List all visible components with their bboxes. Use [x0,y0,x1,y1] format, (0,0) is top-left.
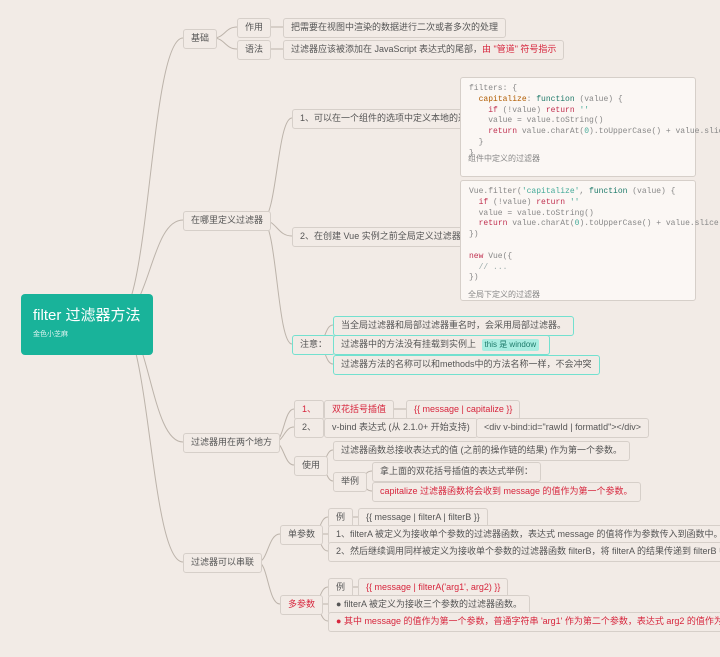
usage-row2-num: 2、 [294,418,324,438]
chain-l2-num: 2、 [336,546,350,556]
usage-row2-text: v-bind 表达式 (从 2.1.0+ 开始支持) [324,418,478,438]
where-notice1: 当全局过滤器和局部过滤器重名时，会采用局部过滤器。 [333,316,574,336]
basic-node: 基础 [183,29,217,49]
where-notice2-tag: this 是 window [482,339,540,351]
root-title: filter 过滤器方法 [33,304,141,325]
usage-example-top: 拿上面的双花括号插值的表达式举例： [372,462,541,482]
usage-use-line: 过滤器函数总接收表达式的值 (之前的操作链的结果) 作为第一个参数。 [333,441,630,461]
where-notice2: 过滤器中的方法没有挂载到实例上 this 是 window [333,335,550,355]
where-code1-caption: 组件中定义的过滤器 [468,153,540,164]
where-node: 在哪里定义过滤器 [183,211,271,231]
chain-b1-text: filterA 被定义为接收三个参数的过滤器函数。 [344,599,522,609]
chain-b2-text: 其中 message 的值作为第一个参数，普通字符串 'arg1' 作为第二个参… [344,616,720,626]
where-opt2-num: 2、 [300,231,314,241]
basic-syntax-pre: 过滤器应该被添加在 JavaScript 表达式的尾部， [291,44,482,54]
basic-syntax-red: 由 "管道" 符号指示 [482,44,556,54]
basic-purpose-label: 作用 [237,18,271,38]
chain-multi-label: 多参数 [280,595,323,615]
where-notice2-pre: 过滤器中的方法没有挂载到实例上 [341,339,476,349]
usage-row1-num: 1、 [294,400,324,420]
usage-row1-code: {{ message | capitalize }} [406,400,520,420]
usage-example-label: 举例 [333,472,367,492]
usage-row2-code: <div v-bind:id="rawId | formatId"></div> [476,418,649,438]
chain-single-l2: 2、然后继续调用同样被定义为接收单个参数的过滤器函数 filterB，将 fil… [328,542,720,562]
where-notice3: 过滤器方法的名称可以和methods中的方法名称一样，不会冲突 [333,355,600,375]
root-subtitle: 金色小芝麻 [33,329,141,339]
where-opt2: 2、在创建 Vue 实例之前全局定义过滤器： [292,227,478,247]
usage-use-label: 使用 [294,456,328,476]
where-notice-label: 注意： [292,335,335,355]
usage-example-red: capitalize 过滤器函数将会收到 message 的值作为第一个参数。 [372,482,641,502]
chain-multi-b2: ● 其中 message 的值作为第一个参数，普通字符串 'arg1' 作为第二… [328,612,720,632]
root-node: filter 过滤器方法 金色小芝麻 [21,294,153,355]
basic-purpose-text: 把需要在视图中渲染的数据进行二次或者多次的处理 [283,18,506,38]
chain-node: 过滤器可以串联 [183,553,262,573]
usage-row1-text: 双花括号插值 [324,400,394,420]
where-code2: Vue.filter('capitalize', function (value… [460,180,696,301]
where-opt2-text: 在创建 Vue 实例之前全局定义过滤器： [314,231,470,241]
basic-syntax-text: 过滤器应该被添加在 JavaScript 表达式的尾部，由 "管道" 符号指示 [283,40,564,60]
where-code2-caption: 全局下定义的过滤器 [468,289,540,300]
chain-l1-num: 1、 [336,529,350,539]
chain-single-label: 单参数 [280,525,323,545]
chain-l1-text: filterA 被定义为接收单个参数的过滤器函数，表达式 message 的值将… [350,529,720,539]
basic-syntax-label: 语法 [237,40,271,60]
where-opt1-num: 1、 [300,113,314,123]
usage-node: 过滤器用在两个地方 [183,433,280,453]
chain-l2-text: 然后继续调用同样被定义为接收单个参数的过滤器函数 filterB，将 filte… [350,546,720,556]
